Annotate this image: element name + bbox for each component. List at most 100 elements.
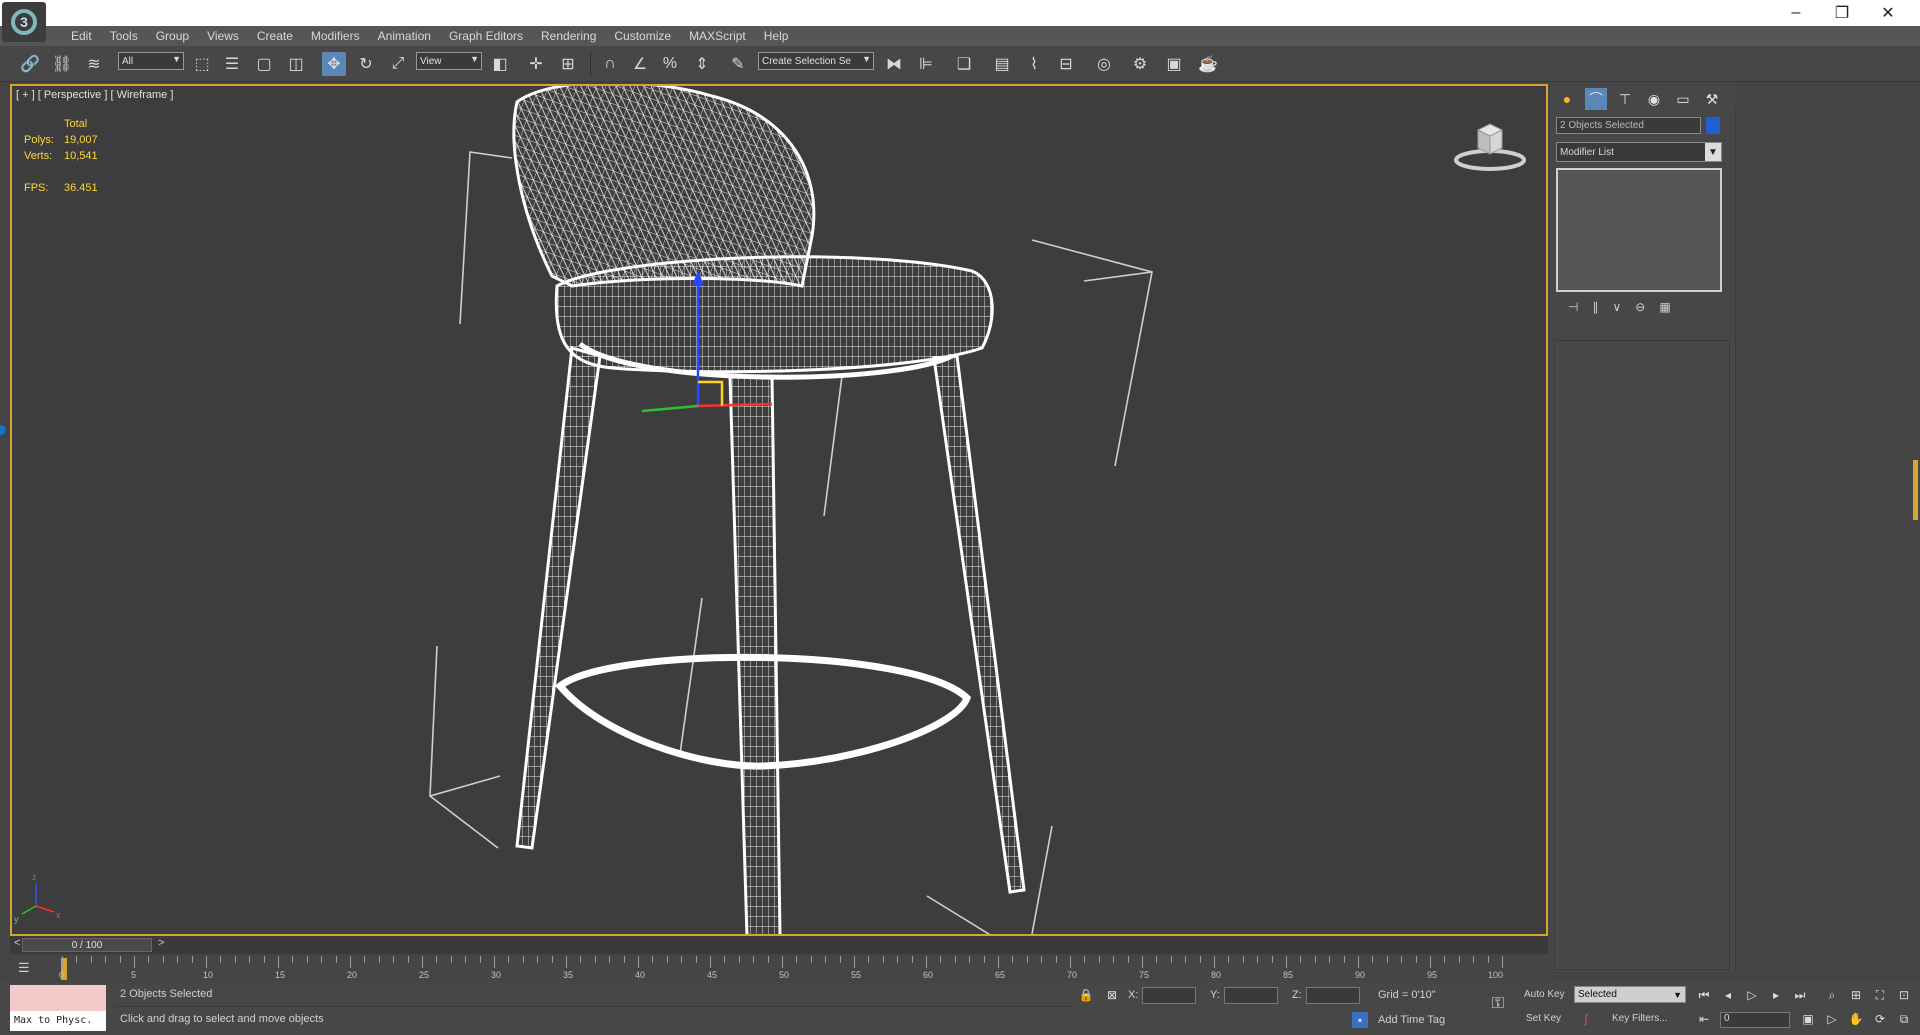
angle-snap-icon[interactable]: ∠ — [628, 52, 652, 76]
next-frame-icon[interactable]: > — [158, 937, 164, 949]
keyboard-shortcut-icon[interactable]: ⊞ — [556, 52, 580, 76]
layer-manager-icon[interactable]: ❑ — [952, 52, 976, 76]
rendered-frame-icon[interactable]: ▣ — [1162, 52, 1186, 76]
pivot-center-icon[interactable]: ◧ — [488, 52, 512, 76]
orbit-icon[interactable]: ⟳ — [1872, 1011, 1888, 1027]
utilities-tab-icon[interactable]: ⚒ — [1701, 88, 1723, 110]
render-setup-icon[interactable]: ⚙ — [1128, 52, 1152, 76]
maximize-viewport-icon[interactable]: ⧉ — [1896, 1011, 1912, 1027]
set-key-curve-icon[interactable]: ∫ — [1578, 1011, 1594, 1027]
menu-group[interactable]: Group — [147, 29, 198, 43]
named-selection-dropdown[interactable]: Create Selection Se ▼ — [758, 52, 874, 70]
zoom-all-icon[interactable]: ⊞ — [1848, 987, 1864, 1003]
schematic-view-icon[interactable]: ⊟ — [1054, 52, 1078, 76]
go-to-end-icon[interactable]: ⏭ — [1792, 987, 1808, 1003]
hierarchy-tab-icon[interactable]: ⊤ — [1614, 88, 1636, 110]
menu-tools[interactable]: Tools — [101, 29, 147, 43]
key-filters-button[interactable]: Key Filters... — [1612, 1013, 1668, 1024]
modify-tab-icon[interactable]: ⌒ — [1585, 88, 1607, 110]
pan-view-icon[interactable]: ✋ — [1848, 1011, 1864, 1027]
link-icon[interactable]: 🔗 — [18, 52, 42, 76]
motion-tab-icon[interactable]: ◉ — [1643, 88, 1665, 110]
close-button[interactable]: ✕ — [1865, 0, 1911, 26]
set-key-button[interactable]: Set Key — [1526, 1013, 1561, 1024]
menu-edit[interactable]: Edit — [62, 29, 101, 43]
track-bar[interactable]: ☰ 0 5 10 15 20 25 30 35 40 45 50 55 60 65 70 75 80 85 90 95… — [10, 956, 1548, 982]
restore-button[interactable]: ❐ — [1819, 0, 1865, 26]
x-coordinate-field[interactable] — [1142, 987, 1196, 1004]
select-and-scale-icon[interactable]: ⤢ — [386, 52, 410, 76]
show-end-result-icon[interactable]: ∥ — [1592, 300, 1598, 320]
percent-snap-icon[interactable]: % — [658, 52, 682, 76]
toggle-ribbon-icon[interactable]: ▤ — [990, 52, 1014, 76]
bind-space-warp-icon[interactable]: ≋ — [82, 52, 106, 76]
key-icon[interactable]: ⚿ — [1486, 995, 1510, 1012]
menu-views[interactable]: Views — [198, 29, 248, 43]
unlink-icon[interactable]: ⛓ — [50, 52, 74, 76]
display-tab-icon[interactable]: ▭ — [1672, 88, 1694, 110]
selection-filter-dropdown[interactable]: All ▼ — [118, 52, 184, 70]
remove-modifier-icon[interactable]: ⊖ — [1635, 300, 1645, 320]
modifier-list-dropdown[interactable]: Modifier List ▼ — [1556, 142, 1722, 162]
curve-editor-mini-icon[interactable]: ☰ — [18, 960, 34, 976]
mirror-icon[interactable]: ⧓ — [882, 52, 906, 76]
window-crossing-icon[interactable]: ◫ — [284, 52, 308, 76]
material-editor-icon[interactable]: ◎ — [1092, 52, 1116, 76]
previous-frame-icon[interactable]: ◂ — [1720, 987, 1736, 1003]
make-unique-icon[interactable]: ∨ — [1612, 300, 1621, 320]
key-mode-toggle-icon[interactable]: ⇤ — [1696, 1011, 1712, 1027]
auto-key-button[interactable]: Auto Key — [1524, 989, 1565, 1000]
minimize-button[interactable]: – — [1773, 0, 1819, 26]
select-object-icon[interactable]: ⬚ — [190, 52, 214, 76]
key-mode-dropdown[interactable]: Selected ▼ — [1574, 986, 1686, 1003]
go-to-start-icon[interactable]: ⏮ — [1696, 987, 1712, 1003]
menu-rendering[interactable]: Rendering — [532, 29, 605, 43]
time-slider[interactable]: 0 / 100 — [22, 938, 152, 952]
next-frame-icon[interactable]: ▸ — [1768, 987, 1784, 1003]
menu-help[interactable]: Help — [755, 29, 798, 43]
time-tag-icon[interactable]: ▪ — [1352, 1012, 1368, 1028]
absolute-mode-icon[interactable]: ⊠ — [1104, 987, 1120, 1003]
select-and-move-icon[interactable]: ✥ — [322, 52, 346, 76]
snaps-toggle-icon[interactable]: ∩ — [598, 52, 622, 76]
zoom-extents-all-icon[interactable]: ⊡ — [1896, 987, 1912, 1003]
field-of-view-icon[interactable]: ▷ — [1824, 1011, 1840, 1027]
menu-maxscript[interactable]: MAXScript — [680, 29, 755, 43]
reference-coordinate-dropdown[interactable]: View ▼ — [416, 52, 482, 70]
menu-animation[interactable]: Animation — [369, 29, 440, 43]
play-icon[interactable]: ▷ — [1744, 987, 1760, 1003]
menu-customize[interactable]: Customize — [605, 29, 680, 43]
menu-modifiers[interactable]: Modifiers — [302, 29, 369, 43]
object-color-swatch[interactable] — [1706, 117, 1720, 134]
modifier-stack[interactable] — [1556, 168, 1722, 292]
application-button[interactable]: 3 — [2, 2, 46, 42]
bar-stool-wireframe[interactable]: z x y — [12, 86, 1548, 936]
y-coordinate-field[interactable] — [1224, 987, 1278, 1004]
pin-stack-icon[interactable]: ⊣ — [1568, 300, 1578, 320]
zoom-extents-icon[interactable]: ⛶ — [1872, 987, 1888, 1003]
select-by-name-icon[interactable]: ☰ — [220, 52, 244, 76]
select-manipulate-icon[interactable]: ✛ — [524, 52, 548, 76]
curve-editor-icon[interactable]: ⌇ — [1022, 52, 1046, 76]
perspective-viewport[interactable]: [ + ] [ Perspective ] [ Wireframe ] Tota… — [10, 84, 1548, 936]
menu-create[interactable]: Create — [248, 29, 302, 43]
z-coordinate-field[interactable] — [1306, 987, 1360, 1004]
object-name-field[interactable]: 2 Objects Selected — [1556, 117, 1701, 134]
prev-frame-icon[interactable]: < — [14, 937, 20, 949]
zoom-icon[interactable]: ⌕ — [1824, 987, 1840, 1003]
listener-input[interactable] — [10, 985, 106, 1011]
render-teapot-icon[interactable]: ☕ — [1196, 52, 1220, 76]
lock-selection-icon[interactable]: 🔒 — [1078, 987, 1094, 1003]
time-configuration-icon[interactable]: ▣ — [1800, 1011, 1816, 1027]
align-icon[interactable]: ⊫ — [914, 52, 938, 76]
panel-scrollbar[interactable] — [1913, 460, 1918, 520]
edit-named-selection-icon[interactable]: ✎ — [726, 52, 750, 76]
rect-selection-icon[interactable]: ▢ — [252, 52, 276, 76]
maxscript-listener[interactable]: Max to Physc. — [10, 985, 106, 1031]
add-time-tag[interactable]: Add Time Tag — [1378, 1014, 1445, 1026]
current-frame-field[interactable]: 0 — [1720, 1012, 1790, 1028]
spinner-snap-icon[interactable]: ⇕ — [690, 52, 714, 76]
configure-sets-icon[interactable]: ▦ — [1659, 300, 1670, 320]
menu-graph-editors[interactable]: Graph Editors — [440, 29, 532, 43]
create-tab-icon[interactable]: ● — [1556, 88, 1578, 110]
